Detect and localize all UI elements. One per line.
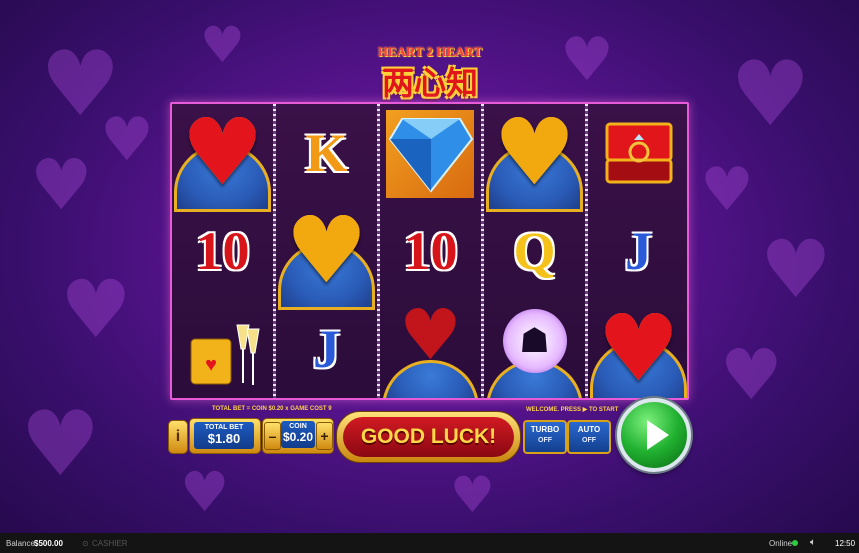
total-bet-label: TOTAL BET xyxy=(204,424,244,431)
online-label: Online xyxy=(769,539,793,548)
coin-display: COIN $0.20 xyxy=(281,421,315,448)
reel-symbol xyxy=(588,104,687,202)
reel-symbol: 10 xyxy=(380,202,481,300)
balance-label: Balance xyxy=(6,539,35,548)
reel-5: J ♥ xyxy=(588,104,687,400)
card-symbol: 10 xyxy=(403,221,458,281)
card-symbol: J xyxy=(313,319,340,379)
background-heart-icon: ♥ xyxy=(60,263,132,356)
background-heart-icon: ♥ xyxy=(100,105,154,175)
background-heart-icon: ♥ xyxy=(180,460,230,524)
spin-button[interactable] xyxy=(617,398,691,472)
ring-box-icon xyxy=(605,122,672,184)
reel-1: ♥ 10 ♥ xyxy=(172,104,273,398)
reel-symbol: J xyxy=(276,300,377,398)
reel-symbol: K xyxy=(276,104,377,202)
reel-symbol: 10 xyxy=(172,202,273,300)
reel-symbol: ♥ xyxy=(276,197,377,310)
reel-symbol: J xyxy=(588,202,687,300)
cashier-icon: ⊙ xyxy=(82,539,89,548)
reel-grid: ♥ 10 ♥ K ♥ J 10 ♥ ♥ Q ☗ J ♥ xyxy=(170,102,689,400)
info-button[interactable]: i xyxy=(168,420,188,454)
card-symbol: Q xyxy=(513,221,556,281)
heart-red-icon: ♥ xyxy=(181,102,264,206)
couple-icon: ☗ xyxy=(502,309,567,373)
coin-decrease-button[interactable]: – xyxy=(264,422,281,450)
background-heart-icon: ♥ xyxy=(760,223,832,316)
reel-symbol: ♥ xyxy=(484,102,585,212)
background-heart-icon: ♥ xyxy=(730,42,811,147)
balance-value: $500.00 xyxy=(34,539,63,548)
total-bet-display: TOTAL BET $1.80 xyxy=(194,422,254,449)
speaker-icon[interactable]: 🔈︎ xyxy=(810,537,816,548)
coin-label: COIN xyxy=(289,423,307,430)
total-bet-value: $1.80 xyxy=(207,431,241,446)
champagne-icon: ♥ xyxy=(190,324,260,385)
game-logo: HEART 2 HEART 两心知 xyxy=(345,44,515,104)
auto-button[interactable]: AUTO OFF xyxy=(567,420,611,454)
background-heart-icon: ♥ xyxy=(200,16,245,74)
auto-label: AUTO xyxy=(577,425,601,434)
clock: 12:50 xyxy=(835,539,856,548)
reel-symbol: ♥ xyxy=(588,295,687,400)
reel-3: 10 ♥ xyxy=(380,104,481,398)
diamond-icon xyxy=(388,118,473,193)
auto-state: OFF xyxy=(582,437,596,444)
welcome-text: WELCOME. PRESS ▶ TO START xyxy=(526,407,619,413)
card-symbol: J xyxy=(625,221,652,281)
background-heart-icon: ♥ xyxy=(560,25,614,95)
background-heart-icon: ♥ xyxy=(30,144,93,226)
background-heart-icon: ♥ xyxy=(450,466,495,524)
reel-symbol: ☗ xyxy=(484,300,585,398)
total-bet-info-text: TOTAL BET = COIN $0.20 x GAME COST 9 xyxy=(212,406,332,412)
cashier-button[interactable]: CASHIER xyxy=(92,539,128,548)
coin-increase-button[interactable]: + xyxy=(316,422,333,450)
turbo-state: OFF xyxy=(538,437,552,444)
coin-value: $0.20 xyxy=(282,430,314,444)
total-bet-panel: TOTAL BET $1.80 xyxy=(189,418,261,454)
play-icon xyxy=(647,420,669,450)
reel-symbol: ♥ xyxy=(172,300,273,398)
background-heart-icon: ♥ xyxy=(700,155,754,225)
background-heart-icon: ♥ xyxy=(20,392,101,497)
reel-symbol: ♥ xyxy=(172,102,273,212)
reel-4: ♥ Q ☗ xyxy=(484,104,585,398)
status-bar: Balance $500.00 ⊙ CASHIER Online 🔈︎ 12:5… xyxy=(0,533,859,553)
reel-symbol xyxy=(380,104,481,202)
turbo-label: TURBO xyxy=(530,425,560,434)
logo-title: 两心知 xyxy=(381,64,478,102)
online-status-icon xyxy=(792,540,798,546)
heart-gold-icon: ♥ xyxy=(493,102,576,206)
heart-gold-icon: ♥ xyxy=(285,197,368,304)
reel-symbol: ♥ xyxy=(380,300,481,398)
message-banner: GOOD LUCK! xyxy=(336,411,521,463)
chocolate-box-icon: ♥ xyxy=(399,294,462,376)
heart-red-icon: ♥ xyxy=(597,295,680,400)
card-symbol: K xyxy=(305,123,348,183)
background-heart-icon: ♥ xyxy=(720,334,783,416)
reel-symbol: Q xyxy=(484,202,585,300)
reel-2: K ♥ J xyxy=(276,104,377,398)
card-symbol: 10 xyxy=(195,221,250,281)
turbo-button[interactable]: TURBO OFF xyxy=(523,420,567,454)
svg-text:♥: ♥ xyxy=(205,354,217,376)
good-luck-text: GOOD LUCK! xyxy=(343,417,514,457)
